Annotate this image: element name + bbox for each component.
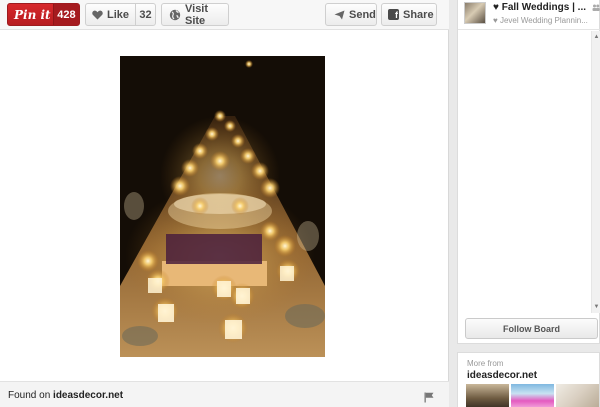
pin-it-count: 428 bbox=[52, 4, 79, 25]
board-title[interactable]: ♥ Fall Weddings | ... bbox=[493, 2, 586, 13]
send-icon bbox=[326, 10, 345, 20]
share-label: Share bbox=[403, 8, 434, 21]
board-thumbnail[interactable] bbox=[464, 2, 486, 24]
pin-it-label: Pin it bbox=[14, 7, 51, 22]
share-button[interactable]: f Share bbox=[381, 3, 437, 26]
follow-board-button[interactable]: Follow Board bbox=[465, 318, 598, 339]
pin-toolbar: Pin it 428 Like 32 Visit Site Send f Sha… bbox=[0, 0, 449, 30]
more-from-label: More from bbox=[467, 359, 504, 368]
more-from-site[interactable]: ideasdecor.net bbox=[467, 370, 537, 381]
like-label: Like bbox=[107, 8, 130, 21]
heart-icon bbox=[86, 10, 103, 20]
candlelit-table-photo bbox=[120, 56, 325, 357]
visit-site-label: Visit Site bbox=[185, 2, 209, 27]
pin-it-button[interactable]: Pin it 428 bbox=[7, 3, 80, 26]
flag-icon[interactable] bbox=[424, 390, 434, 407]
more-thumbnail[interactable] bbox=[556, 384, 599, 407]
more-thumbnail[interactable] bbox=[466, 384, 509, 407]
found-on-text: Found on ideasdecor.net bbox=[8, 390, 123, 401]
like-button[interactable]: Like 32 bbox=[85, 3, 156, 26]
pin-footer: Found on ideasdecor.net bbox=[0, 381, 449, 407]
pin-image[interactable] bbox=[120, 56, 325, 357]
scroll-down-arrow-icon[interactable]: ▼ bbox=[593, 303, 600, 311]
send-label: Send bbox=[349, 8, 376, 21]
board-header[interactable]: ♥ Fall Weddings | ... ♥ Jevel Wedding Pl… bbox=[458, 0, 600, 30]
sidebar: ♥ Fall Weddings | ... ♥ Jevel Wedding Pl… bbox=[457, 0, 600, 407]
board-scrollbar[interactable]: ▲ ▼ bbox=[591, 31, 600, 313]
found-on-link[interactable]: ideasdecor.net bbox=[53, 390, 123, 401]
globe-icon bbox=[162, 9, 181, 21]
more-from-card: More from ideasdecor.net bbox=[457, 352, 600, 407]
facebook-icon: f bbox=[382, 9, 399, 20]
board-owner[interactable]: ♥ Jevel Wedding Plannin... bbox=[493, 16, 588, 25]
visit-site-button[interactable]: Visit Site bbox=[161, 2, 229, 27]
people-icon bbox=[592, 3, 600, 13]
more-thumbnail[interactable] bbox=[511, 384, 554, 407]
found-on-prefix: Found on bbox=[8, 390, 51, 401]
send-button[interactable]: Send bbox=[325, 3, 377, 26]
board-card: ♥ Fall Weddings | ... ♥ Jevel Wedding Pl… bbox=[457, 0, 600, 344]
pin-panel: Pin it 428 Like 32 Visit Site Send f Sha… bbox=[0, 0, 449, 407]
like-count: 32 bbox=[135, 4, 155, 25]
scroll-up-arrow-icon[interactable]: ▲ bbox=[593, 33, 600, 41]
